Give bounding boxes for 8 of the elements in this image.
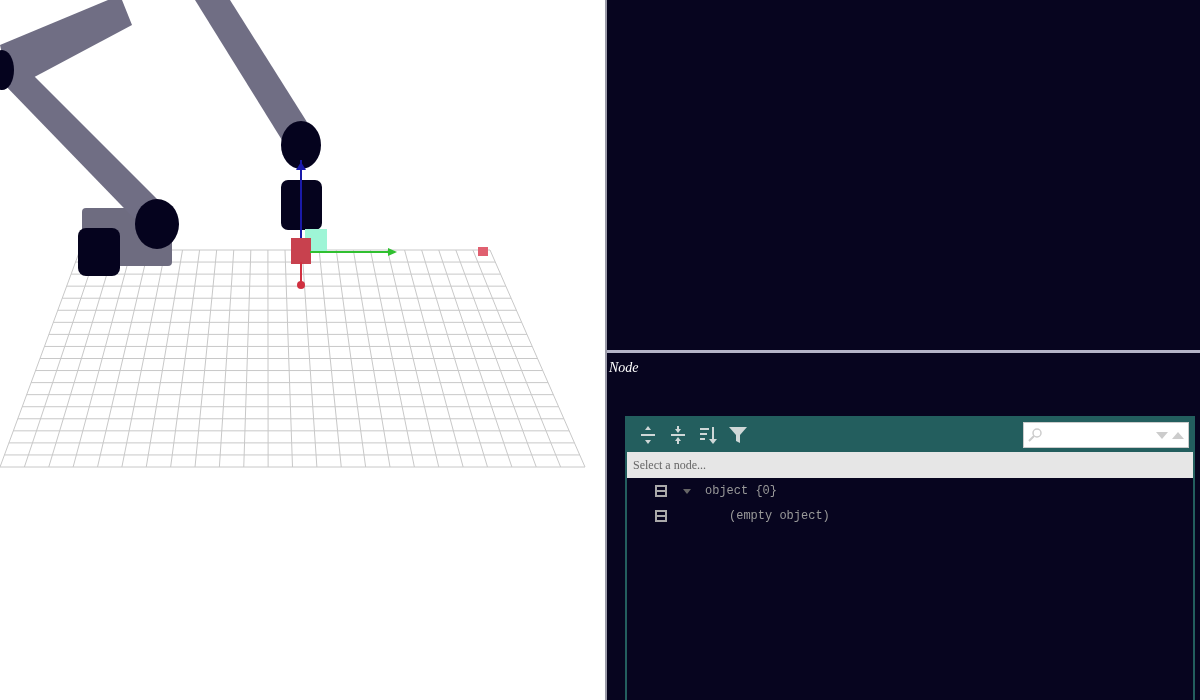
drag-handle-icon[interactable] <box>655 509 667 522</box>
tree-node-label: object {0} <box>705 482 777 500</box>
navigation-bar[interactable]: Select a node... <box>627 452 1193 478</box>
expanded-caret-icon[interactable] <box>683 486 691 495</box>
tree-node-label: (empty object) <box>729 507 830 525</box>
search-icon <box>1028 428 1042 442</box>
panel-title: Node <box>609 359 640 377</box>
drag-handle-icon[interactable] <box>655 484 667 497</box>
